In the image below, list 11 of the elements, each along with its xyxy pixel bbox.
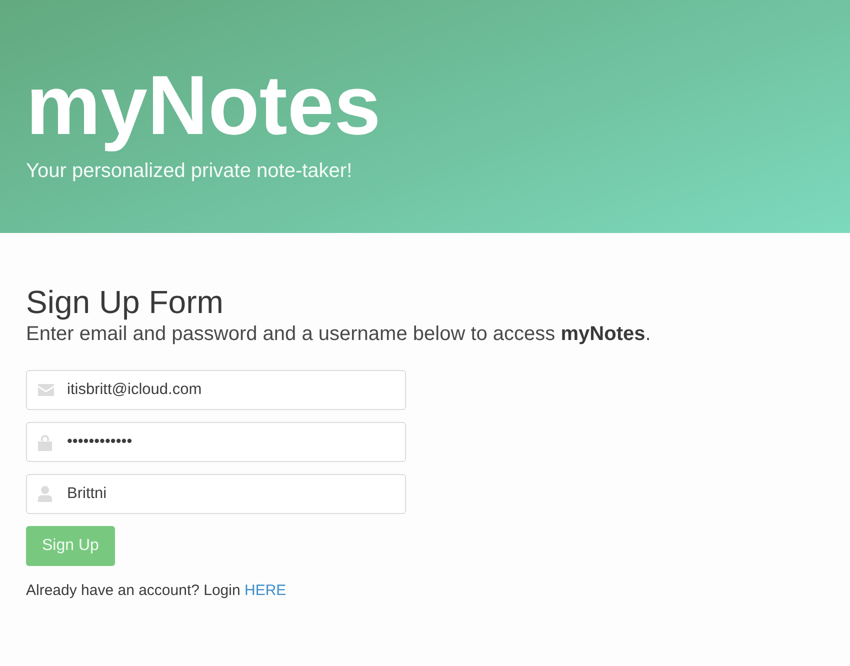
email-field[interactable]: itisbritt@icloud.com [26,370,406,410]
app-tagline: Your personalized private note-taker! [26,159,352,184]
form-title: Sign Up Form [26,283,224,321]
form-description: Enter email and password and a username below to access myNotes. [26,322,651,347]
username-field[interactable]: Brittni [26,474,406,514]
password-field[interactable]: •••••••••••• [26,422,406,462]
envelope-icon [38,384,54,396]
login-prompt: Already have an account? Login HERE [26,581,286,601]
app-title: myNotes [26,57,381,154]
lock-icon [38,434,52,450]
user-icon [38,486,52,502]
